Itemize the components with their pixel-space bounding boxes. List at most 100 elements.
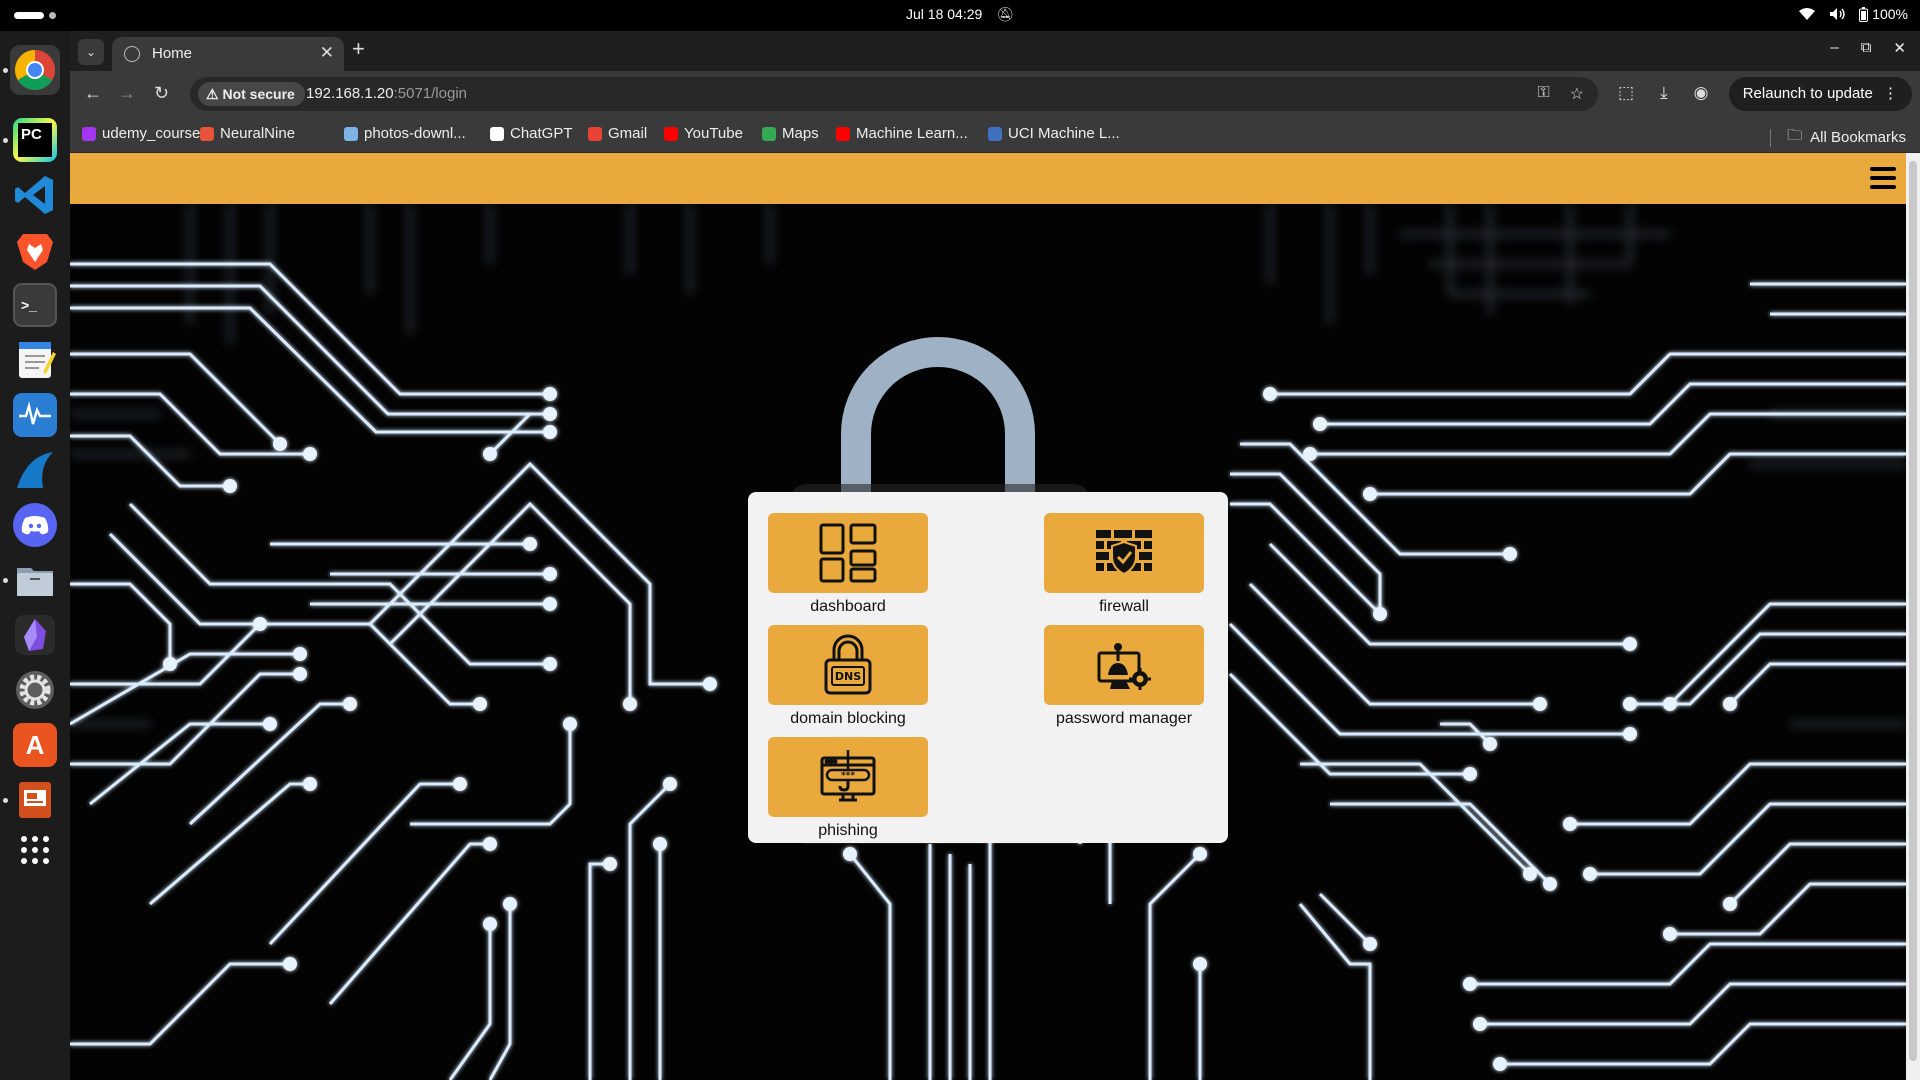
- domain-blocking-button[interactable]: DNS: [768, 625, 928, 705]
- dock-settings[interactable]: [10, 665, 60, 715]
- bookmark-maps[interactable]: Maps: [762, 125, 819, 142]
- clock[interactable]: Jul 18 04:29 🔕︎: [0, 6, 1920, 23]
- system-top-bar: Jul 18 04:29 🔕︎ 100%: [0, 0, 1920, 31]
- phishing-icon: ***: [820, 750, 876, 802]
- dock-chrome[interactable]: [10, 45, 60, 95]
- tool-menu-card: dashboard firewall DNS domain blocking p…: [748, 492, 1228, 843]
- profile-avatar-icon[interactable]: ◉: [1694, 83, 1709, 103]
- reload-icon[interactable]: ↻: [154, 83, 169, 104]
- dock-brave[interactable]: [10, 225, 60, 275]
- bookmark-label: ChatGPT: [510, 125, 573, 142]
- dock-impress[interactable]: [10, 775, 60, 825]
- url-path: :5071/login: [393, 85, 467, 102]
- app-grid-icon: [21, 836, 49, 864]
- bookmark-machine-learning[interactable]: Machine Learn...: [836, 125, 968, 142]
- domain-blocking-label: domain blocking: [790, 710, 906, 727]
- dashboard-label: dashboard: [810, 598, 886, 615]
- bookmark-label: YouTube: [684, 125, 743, 142]
- globe-icon: [124, 46, 140, 62]
- scrollbar-thumb[interactable]: [1909, 161, 1917, 1061]
- password-manager-label: password manager: [1055, 710, 1193, 727]
- relaunch-label: Relaunch to update: [1742, 85, 1873, 102]
- tab-title: Home: [152, 45, 193, 62]
- bookmark-label: photos-downl...: [364, 125, 466, 142]
- bookmark-photos[interactable]: photos-downl...: [344, 125, 466, 142]
- address-bar[interactable]: ⚠ Not secure 192.168.1.20:5071/login ⚿ ☆: [190, 77, 1598, 111]
- system-tray[interactable]: 100%: [1799, 6, 1908, 22]
- dock: PC >_ A: [0, 31, 70, 1080]
- tab-search-button[interactable]: ⌄: [78, 39, 104, 65]
- udemy-icon: [82, 126, 96, 141]
- bookmark-youtube[interactable]: YouTube: [664, 125, 743, 142]
- impress-icon: [19, 782, 51, 818]
- phishing-label: phishing: [818, 822, 878, 839]
- files-icon: [17, 568, 53, 596]
- neuralnine-icon: [200, 126, 214, 141]
- close-window-icon[interactable]: ✕: [1893, 39, 1906, 57]
- all-bookmarks-button[interactable]: 🗀︎ All Bookmarks: [1770, 125, 1906, 150]
- warning-icon: ⚠: [206, 86, 219, 102]
- obsidian-icon: [15, 615, 55, 655]
- dock-app-center[interactable]: A: [10, 720, 60, 770]
- forward-icon[interactable]: →: [118, 83, 136, 104]
- url-text[interactable]: 192.168.1.20:5071/login: [306, 85, 467, 102]
- new-tab-button[interactable]: +: [352, 36, 365, 62]
- dock-pycharm[interactable]: PC: [10, 115, 60, 165]
- page-scrollbar[interactable]: [1906, 153, 1920, 1080]
- dock-terminal[interactable]: >_: [10, 280, 60, 330]
- phishing-button[interactable]: ***: [768, 737, 928, 817]
- text-editor-icon: [19, 342, 56, 378]
- dock-files[interactable]: [10, 555, 60, 605]
- site-navbar: [70, 153, 1906, 204]
- bookmark-udemy[interactable]: udemy_courses: [82, 125, 208, 142]
- security-label: Not secure: [222, 86, 295, 102]
- security-chip[interactable]: ⚠ Not secure: [198, 82, 305, 106]
- bookmark-label: UCI Machine L...: [1008, 125, 1120, 142]
- dock-app-grid[interactable]: [10, 825, 60, 875]
- bookmarks-bar: udemy_courses NeuralNine photos-downl...…: [70, 117, 1920, 153]
- bookmark-label: Maps: [782, 125, 819, 142]
- dock-discord[interactable]: [10, 500, 60, 550]
- bookmark-star-icon[interactable]: ☆: [1570, 84, 1584, 104]
- image-icon: [344, 126, 358, 141]
- hamburger-menu-icon[interactable]: [1870, 167, 1896, 189]
- bookmark-uci[interactable]: UCI Machine L...: [988, 125, 1120, 142]
- brave-icon: [17, 234, 53, 270]
- chatgpt-icon: [490, 126, 504, 141]
- browser-toolbar: ← → ↻ ⚠ Not secure 192.168.1.20:5071/log…: [70, 71, 1920, 117]
- close-tab-icon[interactable]: ✕: [320, 43, 334, 63]
- minimize-icon[interactable]: –: [1830, 39, 1838, 57]
- extensions-icon[interactable]: ⬚: [1618, 83, 1634, 103]
- more-menu-icon[interactable]: ⋮: [1883, 85, 1898, 102]
- youtube-icon: [836, 126, 850, 141]
- vscode-icon: [15, 176, 53, 214]
- bookmark-label: Machine Learn...: [856, 125, 968, 142]
- dock-system-monitor[interactable]: [10, 390, 60, 440]
- uci-icon: [988, 126, 1002, 141]
- dashboard-icon: [819, 523, 877, 583]
- bookmark-gmail[interactable]: Gmail: [588, 125, 647, 142]
- dock-obsidian[interactable]: [10, 610, 60, 660]
- relaunch-button[interactable]: Relaunch to update ⋮: [1728, 77, 1912, 111]
- bookmark-neuralnine[interactable]: NeuralNine: [200, 125, 295, 142]
- dock-vscode[interactable]: [10, 170, 60, 220]
- gmail-icon: [588, 126, 602, 141]
- dock-wireshark[interactable]: [10, 445, 60, 495]
- firewall-button[interactable]: [1044, 513, 1204, 593]
- all-bookmarks-label: All Bookmarks: [1810, 129, 1906, 146]
- back-icon[interactable]: ←: [84, 83, 102, 104]
- password-manager-button[interactable]: [1044, 625, 1204, 705]
- password-manager-icon: [1097, 643, 1151, 690]
- discord-icon: [13, 503, 57, 547]
- chrome-icon: [15, 50, 55, 90]
- password-key-icon[interactable]: ⚿: [1537, 84, 1549, 104]
- dashboard-button[interactable]: [768, 513, 928, 593]
- tab-home[interactable]: Home ✕: [112, 37, 344, 71]
- firewall-label: firewall: [1099, 598, 1149, 615]
- url-host: 192.168.1.20: [306, 85, 394, 102]
- terminal-icon: >_: [13, 283, 57, 327]
- bookmark-chatgpt[interactable]: ChatGPT: [490, 125, 573, 142]
- maximize-icon[interactable]: ⧉: [1861, 39, 1872, 57]
- download-icon[interactable]: ⤓: [1660, 83, 1668, 103]
- dock-text-editor[interactable]: [10, 335, 60, 385]
